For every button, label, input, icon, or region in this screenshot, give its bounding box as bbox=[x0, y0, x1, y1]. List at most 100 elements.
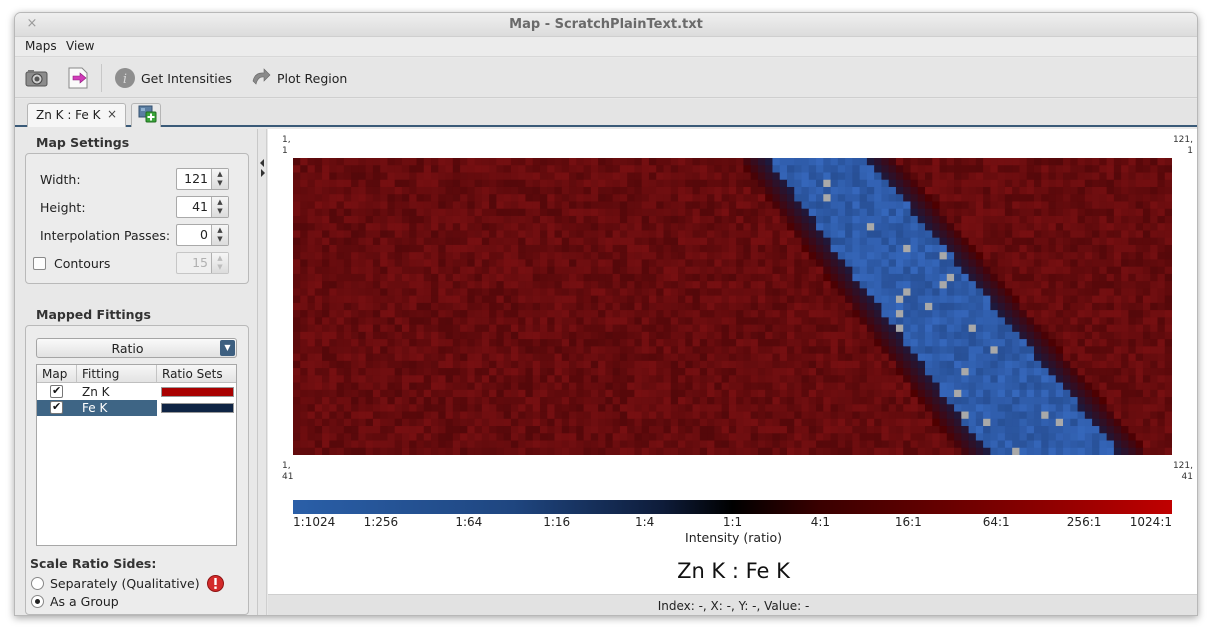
heatmap-cell[interactable] bbox=[329, 259, 337, 268]
heatmap-cell[interactable] bbox=[460, 252, 468, 260]
heatmap-cell[interactable] bbox=[750, 360, 759, 369]
heatmap-cell[interactable] bbox=[503, 404, 512, 412]
heatmap-cell[interactable] bbox=[1041, 397, 1049, 405]
heatmap-cell[interactable] bbox=[699, 259, 708, 268]
heatmap-cell[interactable] bbox=[525, 375, 534, 383]
heatmap-cell[interactable] bbox=[612, 186, 621, 195]
heatmap-cell[interactable] bbox=[1157, 317, 1166, 326]
heatmap-cell[interactable] bbox=[1070, 230, 1078, 239]
heatmap-cell[interactable] bbox=[997, 244, 1006, 253]
heatmap-cell[interactable] bbox=[670, 194, 679, 202]
heatmap-cell[interactable] bbox=[1048, 360, 1057, 369]
heatmap-cell[interactable] bbox=[387, 266, 396, 275]
heatmap-cell[interactable] bbox=[365, 404, 374, 412]
heatmap-cell[interactable] bbox=[1150, 230, 1158, 239]
heatmap-cell[interactable] bbox=[1142, 288, 1151, 297]
heatmap-cell[interactable] bbox=[539, 404, 548, 412]
heatmap-cell[interactable] bbox=[510, 331, 519, 340]
heatmap-cell[interactable] bbox=[888, 353, 897, 362]
heatmap-cell[interactable] bbox=[358, 404, 367, 412]
heatmap-cell[interactable] bbox=[808, 237, 817, 246]
heatmap-cell[interactable] bbox=[1121, 165, 1129, 173]
heatmap-cell[interactable] bbox=[358, 302, 367, 311]
heatmap-cell[interactable] bbox=[954, 426, 962, 434]
heatmap-cell[interactable] bbox=[561, 281, 570, 289]
heatmap-cell[interactable] bbox=[794, 310, 802, 318]
heatmap-cell[interactable] bbox=[641, 433, 650, 441]
heatmap-cell[interactable] bbox=[743, 172, 752, 181]
heatmap-cell[interactable] bbox=[569, 186, 577, 195]
heatmap-cell[interactable] bbox=[634, 368, 643, 376]
heatmap-cell[interactable] bbox=[1157, 426, 1166, 434]
heatmap-cell[interactable] bbox=[736, 426, 744, 434]
heatmap-cell[interactable] bbox=[983, 389, 991, 398]
heatmap-cell[interactable] bbox=[903, 418, 911, 427]
heatmap-cell[interactable] bbox=[431, 201, 439, 210]
heatmap-cell[interactable] bbox=[779, 186, 788, 195]
heatmap-cell[interactable] bbox=[380, 317, 388, 326]
heatmap-cell[interactable] bbox=[808, 339, 817, 347]
heatmap-cell[interactable] bbox=[721, 397, 730, 405]
heatmap-cell[interactable] bbox=[1063, 165, 1071, 173]
heatmap-cell[interactable] bbox=[1063, 353, 1071, 362]
heatmap-cell[interactable] bbox=[576, 310, 584, 318]
heatmap-cell[interactable] bbox=[503, 230, 512, 239]
heatmap-cell[interactable] bbox=[1041, 310, 1049, 318]
heatmap-cell[interactable] bbox=[997, 389, 1006, 398]
heatmap-cell[interactable] bbox=[1048, 353, 1057, 362]
heatmap-cell[interactable] bbox=[510, 433, 519, 441]
heatmap-cell[interactable] bbox=[358, 158, 367, 166]
tab-close-icon[interactable]: × bbox=[107, 107, 117, 121]
heatmap-cell[interactable] bbox=[300, 165, 308, 173]
heatmap-cell[interactable] bbox=[1019, 397, 1028, 405]
heatmap-cell[interactable] bbox=[845, 288, 853, 297]
heatmap-cell[interactable] bbox=[1033, 389, 1042, 398]
heatmap-cell[interactable] bbox=[641, 201, 650, 210]
heatmap-cell[interactable] bbox=[648, 186, 657, 195]
heatmap-cell[interactable] bbox=[503, 237, 512, 246]
heatmap-cell[interactable] bbox=[975, 339, 984, 347]
heatmap-cell[interactable] bbox=[394, 215, 403, 224]
heatmap-cell[interactable] bbox=[322, 288, 330, 297]
heatmap-cell[interactable] bbox=[895, 411, 904, 420]
heatmap-cell[interactable] bbox=[845, 397, 853, 405]
heatmap-cell[interactable] bbox=[656, 360, 664, 369]
heatmap-cell[interactable] bbox=[707, 382, 715, 391]
heatmap-cell[interactable] bbox=[489, 411, 497, 420]
heatmap-cell[interactable] bbox=[401, 237, 410, 246]
heatmap-cell[interactable] bbox=[983, 331, 991, 340]
heatmap-cell[interactable] bbox=[670, 375, 679, 383]
heatmap-cell[interactable] bbox=[358, 353, 367, 362]
heatmap-cell[interactable] bbox=[983, 295, 991, 304]
heatmap-cell[interactable] bbox=[372, 295, 381, 304]
heatmap-cell[interactable] bbox=[881, 346, 890, 354]
heatmap-cell[interactable] bbox=[474, 368, 483, 376]
heatmap-cell[interactable] bbox=[380, 179, 388, 188]
heatmap-cell[interactable] bbox=[721, 223, 730, 231]
heatmap-cell[interactable] bbox=[925, 201, 933, 210]
heatmap-cell[interactable] bbox=[634, 223, 643, 231]
heatmap-cell[interactable] bbox=[387, 179, 396, 188]
heatmap-cell[interactable] bbox=[380, 411, 388, 420]
heatmap-cell[interactable] bbox=[946, 331, 955, 340]
heatmap-cell[interactable] bbox=[1150, 404, 1158, 412]
heatmap-cell[interactable] bbox=[801, 382, 810, 391]
heatmap-cell[interactable] bbox=[590, 433, 599, 441]
heatmap-cell[interactable] bbox=[612, 346, 621, 354]
heatmap-cell[interactable] bbox=[983, 252, 991, 260]
heatmap-cell[interactable] bbox=[1041, 433, 1049, 441]
heatmap-cell[interactable] bbox=[685, 158, 693, 166]
heatmap-cell[interactable] bbox=[707, 172, 715, 181]
heatmap-cell[interactable] bbox=[539, 259, 548, 268]
heatmap-cell[interactable] bbox=[845, 295, 853, 304]
heatmap-cell[interactable] bbox=[481, 281, 490, 289]
heatmap-cell[interactable] bbox=[416, 295, 425, 304]
heatmap-cell[interactable] bbox=[888, 281, 897, 289]
heatmap-cell[interactable] bbox=[866, 418, 875, 427]
heatmap-cell[interactable] bbox=[1004, 208, 1013, 217]
heatmap-cell[interactable] bbox=[1084, 404, 1093, 412]
heatmap-cell[interactable] bbox=[1084, 201, 1093, 210]
heatmap-cell[interactable] bbox=[1121, 194, 1129, 202]
heatmap-cell[interactable] bbox=[300, 273, 308, 282]
heatmap-cell[interactable] bbox=[612, 179, 621, 188]
